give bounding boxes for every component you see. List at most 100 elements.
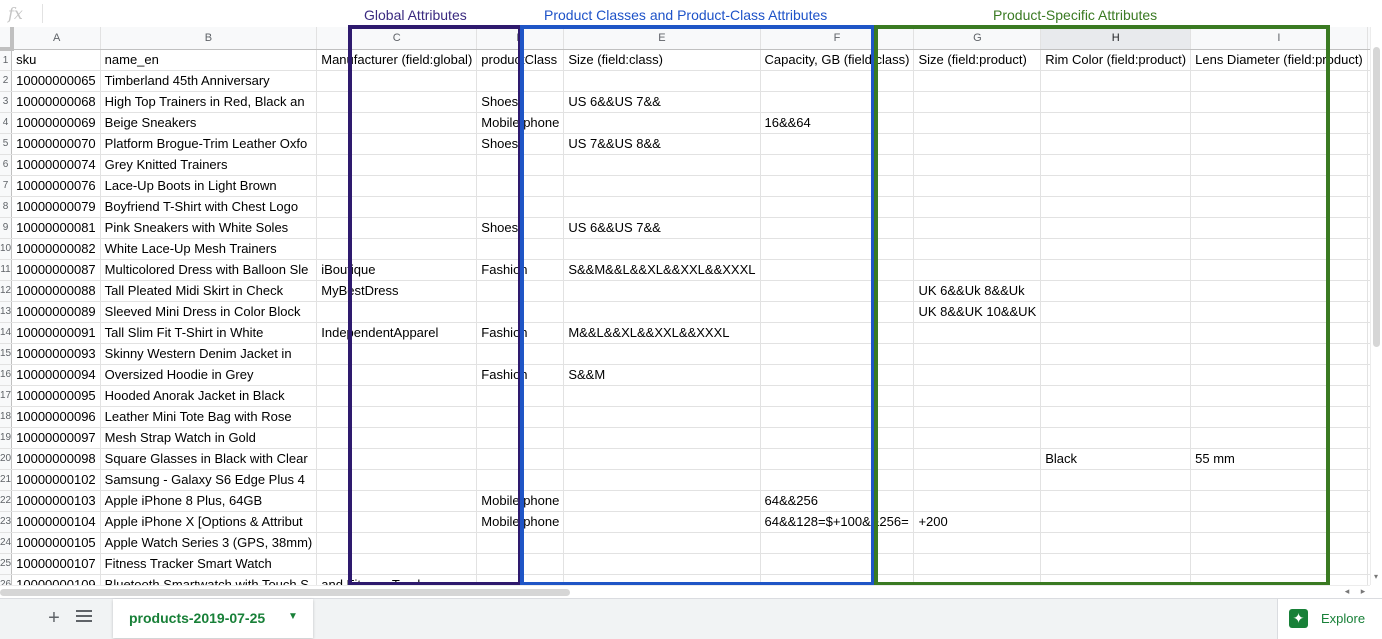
cell[interactable] bbox=[563, 427, 761, 449]
cell[interactable] bbox=[563, 175, 761, 197]
row-number[interactable]: 7 bbox=[0, 175, 13, 197]
cell[interactable]: 10000000103 bbox=[11, 490, 101, 512]
cell[interactable] bbox=[760, 280, 915, 302]
cell[interactable]: 10000000070 bbox=[11, 133, 101, 155]
cell[interactable] bbox=[760, 259, 915, 281]
cell[interactable] bbox=[1040, 469, 1192, 491]
cell[interactable] bbox=[913, 448, 1042, 470]
row-number[interactable]: 8 bbox=[0, 196, 13, 218]
cell[interactable]: productClass bbox=[476, 49, 565, 71]
cell[interactable] bbox=[760, 406, 915, 428]
column-header[interactable]: D bbox=[476, 27, 565, 50]
scroll-right-arrow-icon[interactable]: ▸ bbox=[1356, 586, 1370, 598]
cell[interactable] bbox=[563, 553, 761, 575]
cell[interactable]: 10000000094 bbox=[11, 364, 101, 386]
row-number[interactable]: 15 bbox=[0, 343, 13, 365]
cell[interactable]: 64&&128=$+100&&256= bbox=[760, 511, 915, 533]
cell[interactable] bbox=[1190, 91, 1368, 113]
cell[interactable] bbox=[1190, 574, 1368, 585]
row-number[interactable]: 12 bbox=[0, 280, 13, 302]
cell[interactable] bbox=[760, 217, 915, 239]
cell[interactable] bbox=[1040, 574, 1192, 585]
cell[interactable] bbox=[563, 238, 761, 260]
cell[interactable] bbox=[476, 154, 565, 176]
cell[interactable]: Apple iPhone 8 Plus, 64GB bbox=[100, 490, 318, 512]
cell[interactable] bbox=[1190, 469, 1368, 491]
cell[interactable] bbox=[760, 322, 915, 344]
cell[interactable] bbox=[1040, 112, 1192, 134]
cell[interactable] bbox=[760, 301, 915, 323]
cell[interactable]: Tall Pleated Midi Skirt in Check bbox=[100, 280, 318, 302]
cell[interactable] bbox=[1190, 553, 1368, 575]
cell[interactable] bbox=[913, 238, 1042, 260]
scroll-down-arrow-icon[interactable]: ▾ bbox=[1370, 572, 1382, 584]
cell[interactable]: 10000000089 bbox=[11, 301, 101, 323]
cell[interactable] bbox=[316, 343, 478, 365]
cell[interactable]: Mesh Strap Watch in Gold bbox=[100, 427, 318, 449]
cell[interactable] bbox=[760, 532, 915, 554]
cell[interactable]: Bluetooth Smartwatch with Touch S bbox=[100, 574, 318, 585]
cell[interactable] bbox=[913, 322, 1042, 344]
cell[interactable] bbox=[1040, 532, 1192, 554]
row-number[interactable]: 22 bbox=[0, 490, 13, 512]
row-number[interactable]: 14 bbox=[0, 322, 13, 344]
cell[interactable]: Mobile phone bbox=[476, 511, 565, 533]
cell[interactable] bbox=[476, 532, 565, 554]
cell[interactable]: +200 bbox=[913, 511, 1042, 533]
cell[interactable] bbox=[316, 175, 478, 197]
cell[interactable]: Fashion bbox=[476, 259, 565, 281]
cell[interactable] bbox=[1190, 133, 1368, 155]
horizontal-scrollbar[interactable]: ◂ ▸ bbox=[0, 585, 1370, 599]
cell[interactable] bbox=[316, 448, 478, 470]
cell[interactable]: MyBestDress bbox=[316, 280, 478, 302]
cell[interactable] bbox=[760, 91, 915, 113]
add-sheet-button[interactable]: + bbox=[44, 606, 64, 630]
cell[interactable] bbox=[1040, 343, 1192, 365]
cell[interactable]: Size (field:class) bbox=[563, 49, 761, 71]
cell[interactable]: Beige Sneakers bbox=[100, 112, 318, 134]
cell[interactable] bbox=[1190, 427, 1368, 449]
cell[interactable] bbox=[1190, 385, 1368, 407]
cell[interactable] bbox=[563, 280, 761, 302]
cell[interactable] bbox=[563, 448, 761, 470]
cell[interactable]: Lace-Up Boots in Light Brown bbox=[100, 175, 318, 197]
select-all-corner[interactable] bbox=[0, 27, 14, 51]
cell[interactable] bbox=[1040, 385, 1192, 407]
row-number[interactable]: 2 bbox=[0, 70, 13, 92]
cell[interactable]: US 6&&US 7&& bbox=[563, 91, 761, 113]
row-number[interactable]: 19 bbox=[0, 427, 13, 449]
cell[interactable] bbox=[760, 175, 915, 197]
cell[interactable] bbox=[316, 511, 478, 533]
cell[interactable] bbox=[1040, 175, 1192, 197]
cell[interactable]: name_en bbox=[100, 49, 318, 71]
cell[interactable] bbox=[913, 469, 1042, 491]
cell[interactable] bbox=[476, 406, 565, 428]
cell[interactable]: 10000000104 bbox=[11, 511, 101, 533]
cell[interactable]: Manufacturer (field:global) bbox=[316, 49, 478, 71]
row-number[interactable]: 3 bbox=[0, 91, 13, 113]
cell[interactable] bbox=[563, 112, 761, 134]
cell[interactable] bbox=[913, 112, 1042, 134]
vertical-scrollbar[interactable] bbox=[1370, 27, 1382, 585]
explore-button[interactable]: ✦ Explore bbox=[1277, 599, 1382, 639]
cell[interactable]: 10000000091 bbox=[11, 322, 101, 344]
cell[interactable]: 10000000096 bbox=[11, 406, 101, 428]
sheet-tab-active[interactable]: products-2019-07-25 ▼ bbox=[113, 599, 313, 638]
cell[interactable] bbox=[760, 238, 915, 260]
cell[interactable]: Shoes bbox=[476, 91, 565, 113]
cell[interactable] bbox=[1190, 259, 1368, 281]
cell[interactable] bbox=[1190, 280, 1368, 302]
cell[interactable]: Mobile phone bbox=[476, 490, 565, 512]
cell[interactable] bbox=[476, 343, 565, 365]
cell[interactable]: M&&L&&XL&&XXL&&XXXL bbox=[563, 322, 761, 344]
cell[interactable]: US 6&&US 7&& bbox=[563, 217, 761, 239]
cell[interactable] bbox=[476, 553, 565, 575]
cell[interactable] bbox=[563, 574, 761, 585]
cell[interactable]: UK 8&&UK 10&&UK bbox=[913, 301, 1042, 323]
cell[interactable]: IndependentApparel bbox=[316, 322, 478, 344]
cell[interactable] bbox=[760, 574, 915, 585]
cell[interactable] bbox=[316, 364, 478, 386]
cell[interactable] bbox=[760, 553, 915, 575]
row-number[interactable]: 16 bbox=[0, 364, 13, 386]
cell[interactable]: Fashion bbox=[476, 364, 565, 386]
